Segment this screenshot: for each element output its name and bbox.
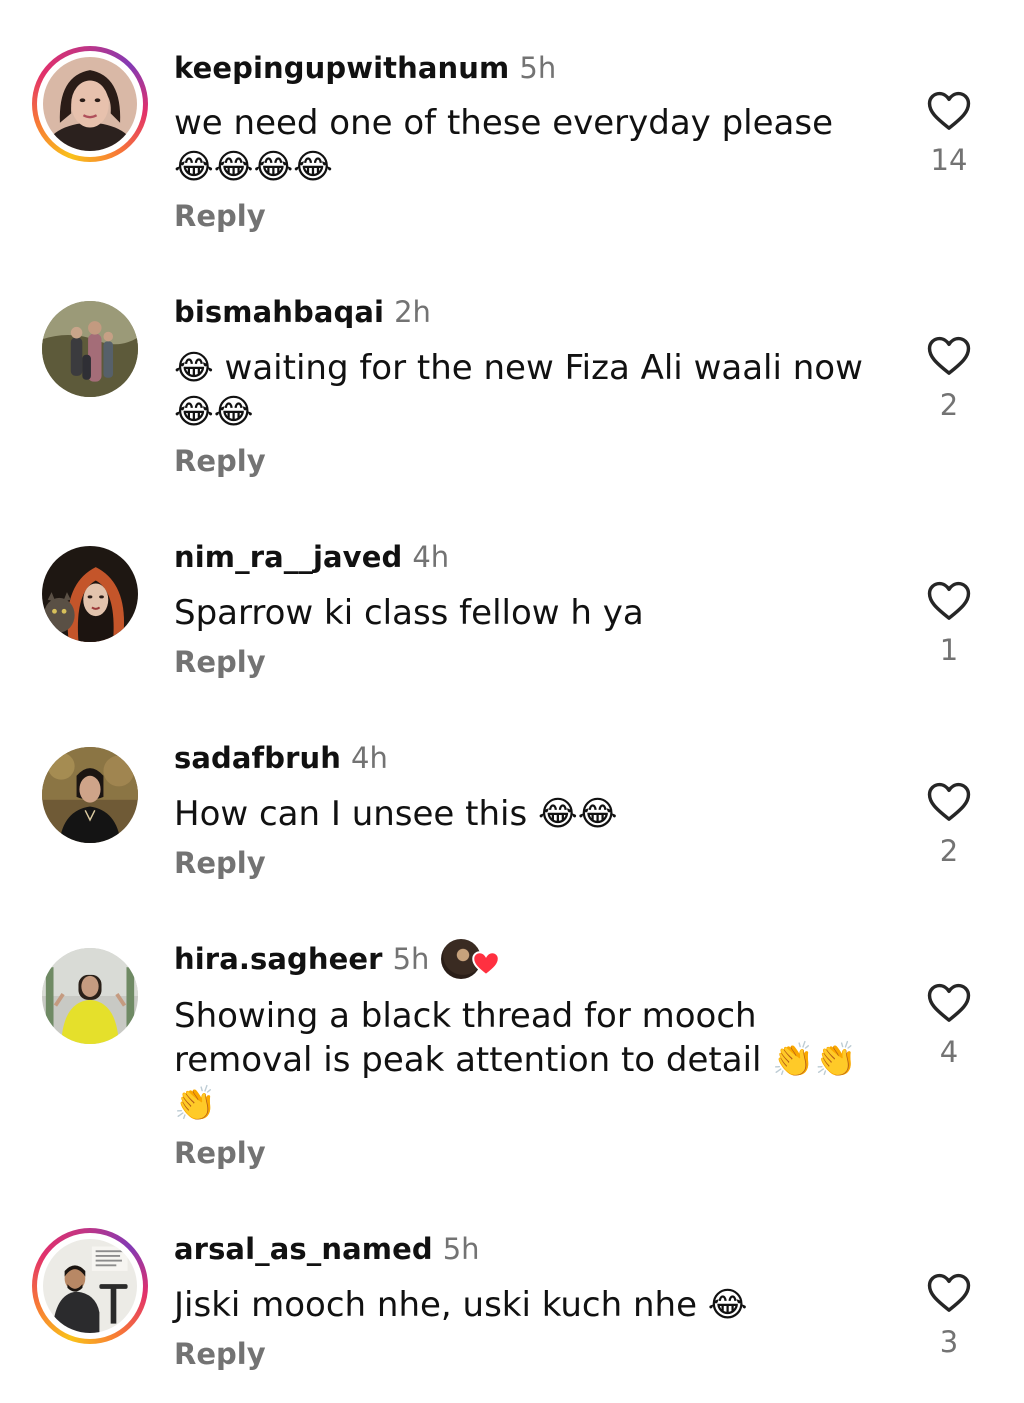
like-count: 1 — [939, 633, 959, 667]
reply-button[interactable]: Reply — [174, 199, 266, 233]
reply-button[interactable]: Reply — [174, 444, 266, 478]
avatar-story-ring[interactable] — [32, 1228, 148, 1344]
avatar — [43, 1239, 137, 1333]
username[interactable]: keepingupwithanum — [174, 51, 509, 85]
heart-outline-icon[interactable] — [926, 1271, 972, 1315]
comment-text: Sparrow ki class fellow h ya — [174, 593, 644, 633]
timestamp: 5h — [392, 942, 430, 976]
creator-liked-badge — [441, 939, 501, 979]
avatar-story-ring[interactable] — [32, 46, 148, 162]
like-count: 3 — [939, 1325, 959, 1359]
heart-outline-icon[interactable] — [926, 780, 972, 824]
comment-text: How can I unsee this 😂😂 — [174, 794, 618, 834]
timestamp: 5h — [442, 1232, 480, 1266]
avatar — [43, 57, 137, 151]
like-count: 4 — [939, 1035, 959, 1069]
timestamp: 4h — [351, 741, 388, 775]
heart-outline-icon[interactable] — [926, 579, 972, 623]
username[interactable]: bismahbaqai — [174, 295, 384, 329]
heart-outline-icon[interactable] — [926, 981, 972, 1025]
timestamp: 2h — [394, 295, 431, 329]
username[interactable]: nim_ra__javed — [174, 540, 402, 574]
comment-text: we need one of these everyday please 😂😂😂… — [174, 103, 834, 187]
timestamp: 5h — [519, 51, 557, 85]
heart-outline-icon[interactable] — [926, 89, 972, 133]
like-count: 2 — [939, 834, 959, 868]
heart-filled-icon — [471, 949, 501, 977]
avatar[interactable] — [42, 546, 138, 642]
reply-button[interactable]: Reply — [174, 645, 266, 679]
comment-text: Showing a black thread for mooch removal… — [174, 996, 857, 1124]
avatar[interactable] — [42, 948, 138, 1044]
comment-text: Jiski mooch nhe, uski kuch nhe 😂 — [174, 1285, 748, 1325]
reply-button[interactable]: Reply — [174, 1337, 266, 1371]
reply-button[interactable]: Reply — [174, 846, 266, 880]
avatar[interactable] — [42, 301, 138, 397]
heart-outline-icon[interactable] — [926, 334, 972, 378]
reply-button[interactable]: Reply — [174, 1136, 266, 1170]
username[interactable]: hira.sagheer — [174, 942, 383, 976]
like-count: 2 — [939, 388, 959, 422]
username[interactable]: arsal_as_named — [174, 1232, 433, 1266]
like-count: 14 — [930, 143, 968, 177]
timestamp: 4h — [412, 540, 450, 574]
comment-text: 😂 waiting for the new Fiza Ali waali now… — [174, 348, 863, 432]
avatar[interactable] — [42, 747, 138, 843]
username[interactable]: sadafbruh — [174, 741, 341, 775]
